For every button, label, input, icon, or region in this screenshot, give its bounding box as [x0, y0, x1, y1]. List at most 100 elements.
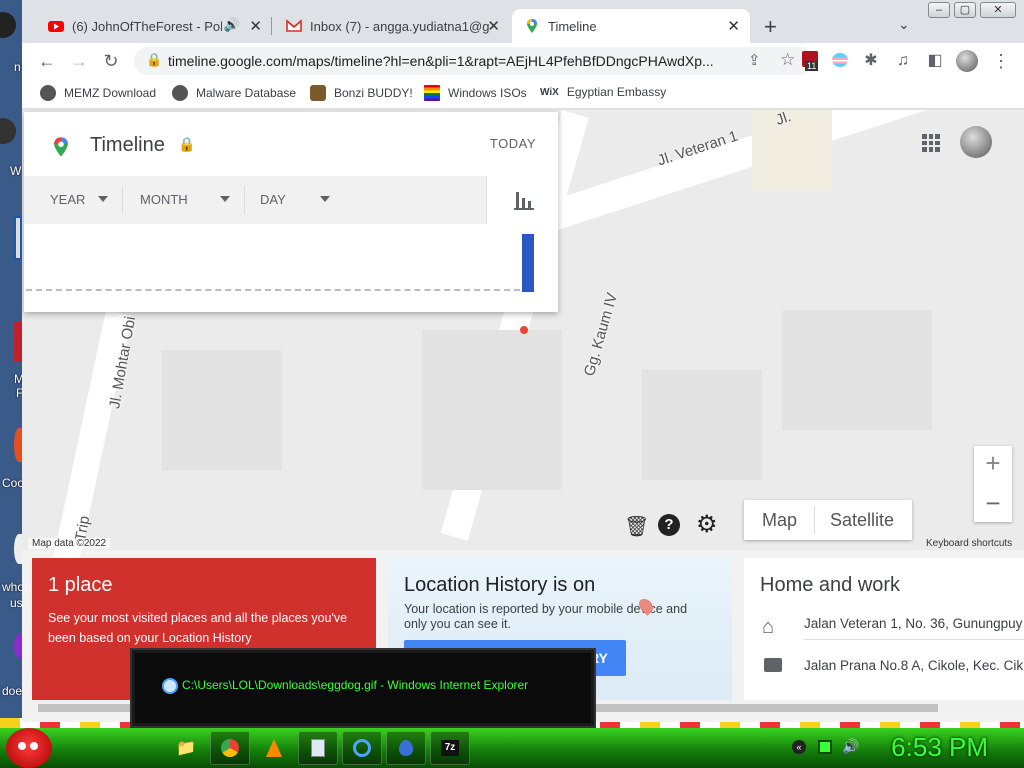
tray-chevron-icon[interactable]: « — [792, 740, 806, 754]
star-icon[interactable]: ☆ — [780, 50, 795, 70]
location-dot[interactable] — [520, 326, 528, 334]
taskbar: 📁 7z « 🔊 6:53 PM — [0, 728, 1024, 768]
back-arrow-icon[interactable]: ← — [36, 50, 58, 72]
ie-icon — [353, 739, 371, 757]
work-address[interactable]: Jalan Prana No.8 A, Cikole, Kec. Cik — [804, 658, 1024, 673]
chart-toggle[interactable] — [486, 176, 558, 224]
volume-icon[interactable]: 🔊 — [842, 738, 859, 755]
url-text[interactable]: timeline.google.com/maps/timeline?hl=en&… — [168, 53, 728, 69]
clock[interactable]: 6:53 PM — [891, 732, 988, 763]
chevron-down-icon[interactable] — [98, 196, 108, 202]
bookmark-egyptian-embassy[interactable]: WiX Egyptian Embassy — [540, 85, 666, 99]
map[interactable]: Jl. Veteran 1 Jl. Gg. Kaum IV Jl. Mohtar… — [22, 110, 1024, 570]
tab-strip: (6) JohnOfTheForest - Poki Pl 🔊 ✕ Inbox … — [22, 0, 1024, 48]
bookmark-malware-database[interactable]: Malware Database — [172, 85, 296, 101]
desktop-icon-4[interactable] — [14, 322, 22, 362]
side-panel-icon[interactable]: ◧ — [924, 50, 946, 72]
notepad-icon — [311, 739, 325, 757]
tab-title: Timeline — [548, 18, 597, 34]
forward-arrow-icon[interactable]: → — [68, 50, 90, 72]
browser-window: (6) JohnOfTheForest - Poki Pl 🔊 ✕ Inbox … — [22, 0, 1024, 722]
bookmark-bonzi[interactable]: Bonzi BUDDY! — [310, 85, 413, 101]
month-select[interactable]: MONTH — [140, 192, 188, 207]
timeline-activity-bar[interactable] — [522, 234, 534, 292]
7zip-taskbar-button[interactable]: 7z — [430, 731, 470, 765]
map-type-map[interactable]: Map — [762, 510, 797, 531]
lock-icon: 🔒 — [178, 136, 196, 152]
gear-icon[interactable]: ⚙ — [696, 510, 718, 539]
media-control-icon[interactable]: ♫ — [892, 50, 914, 72]
vlc-icon — [266, 739, 282, 757]
bar-chart-icon — [514, 192, 534, 210]
day-select[interactable]: DAY — [260, 192, 286, 207]
extension-icon[interactable]: 11 — [802, 51, 819, 71]
close-window-button[interactable]: ✕ — [980, 2, 1016, 18]
close-tab-icon[interactable]: ✕ — [727, 17, 740, 35]
ie-window[interactable]: C:\Users\LOL\Downloads\eggdog.gif - Wind… — [130, 648, 596, 728]
start-button-angry-bird-icon[interactable] — [6, 728, 52, 768]
lock-icon[interactable]: 🔒 — [146, 52, 162, 68]
timeline-panel: Timeline 🔒 TODAY YEAR MONTH DAY — [24, 112, 558, 312]
bookmark-windows-isos[interactable]: Windows ISOs — [424, 85, 527, 101]
places-title: 1 place — [48, 574, 113, 596]
vlc-taskbar-button[interactable] — [254, 731, 294, 765]
close-tab-icon[interactable]: ✕ — [249, 17, 262, 35]
desktop-icon-1[interactable] — [0, 12, 24, 38]
menu-kebab-icon[interactable]: ⋮ — [990, 50, 1012, 72]
bookmark-memz[interactable]: MEMZ Download — [40, 85, 156, 101]
today-button[interactable]: TODAY — [490, 136, 536, 151]
bookmark-label: Windows ISOs — [448, 86, 527, 100]
year-select[interactable]: YEAR — [50, 192, 85, 207]
divider — [814, 506, 815, 534]
share-icon[interactable]: ⇪ — [748, 51, 761, 69]
maximize-button[interactable]: ▢ — [954, 2, 976, 18]
ie-taskbar-button[interactable] — [342, 731, 382, 765]
close-tab-icon[interactable]: ✕ — [487, 17, 500, 35]
omnibox[interactable]: 🔒 timeline.google.com/maps/timeline?hl=e… — [134, 47, 814, 75]
new-tab-button[interactable]: + — [764, 14, 777, 40]
drop-taskbar-button[interactable] — [386, 731, 426, 765]
account-avatar[interactable] — [960, 126, 992, 158]
date-selector-row: YEAR MONTH DAY — [24, 176, 486, 224]
chrome-taskbar-button[interactable] — [210, 731, 250, 765]
extension-badge: 11 — [805, 61, 819, 71]
drop-icon — [399, 740, 413, 756]
home-work-title: Home and work — [760, 574, 901, 596]
bookmark-label: Bonzi BUDDY! — [334, 86, 413, 100]
minimize-button[interactable]: – — [928, 2, 950, 18]
home-address[interactable]: Jalan Veteran 1, No. 36, Gunungpuy — [804, 616, 1024, 640]
chevron-down-icon[interactable] — [320, 196, 330, 202]
desktop-label: doe — [2, 684, 23, 698]
keyboard-shortcuts-link[interactable]: Keyboard shortcuts — [926, 538, 1012, 549]
ie-window-title: C:\Users\LOL\Downloads\eggdog.gif - Wind… — [182, 678, 529, 692]
notepad-taskbar-button[interactable] — [298, 731, 338, 765]
home-work-card[interactable]: Home and work ⌂ Jalan Veteran 1, No. 36,… — [744, 558, 1024, 700]
tab-title: Inbox (7) - angga.yudiatna1@gm — [310, 18, 490, 34]
help-icon[interactable]: ? — [658, 514, 680, 536]
trans-flag-extension-icon[interactable] — [832, 53, 848, 67]
map-type-satellite[interactable]: Satellite — [830, 510, 894, 531]
speaker-icon[interactable]: 🔊 — [224, 17, 240, 33]
tab-youtube[interactable]: (6) JohnOfTheForest - Poki Pl 🔊 ✕ — [36, 9, 272, 43]
zoom-in-button[interactable]: + — [974, 448, 1012, 479]
desktop-label: Coo — [2, 476, 25, 490]
page-content: Jl. Veteran 1 Jl. Gg. Kaum IV Jl. Mohtar… — [22, 110, 1024, 722]
tab-search-chevron-icon[interactable]: ⌄ — [898, 16, 910, 33]
tab-title: (6) JohnOfTheForest - Poki Pl — [72, 18, 222, 34]
puzzle-icon[interactable]: ✱ — [860, 50, 882, 72]
network-icon[interactable] — [818, 740, 832, 754]
places-text: See your most visited places and all the… — [48, 611, 348, 645]
reload-icon[interactable]: ↻ — [100, 50, 122, 72]
tab-gmail[interactable]: Inbox (7) - angga.yudiatna1@gm ✕ — [274, 9, 510, 43]
apps-grid-icon[interactable] — [922, 134, 940, 152]
desktop-icon-3[interactable] — [14, 216, 22, 260]
gmail-icon — [286, 19, 302, 32]
google-maps-icon — [527, 19, 537, 33]
trash-icon[interactable]: 🗑 — [624, 514, 649, 539]
tab-timeline[interactable]: Timeline ✕ — [512, 9, 750, 43]
explorer-taskbar-button[interactable]: 📁 — [166, 731, 206, 765]
zoom-out-button[interactable]: − — [974, 488, 1012, 519]
profile-avatar[interactable] — [956, 50, 978, 72]
chevron-down-icon[interactable] — [220, 196, 230, 202]
desktop-icon-2[interactable] — [0, 118, 24, 144]
